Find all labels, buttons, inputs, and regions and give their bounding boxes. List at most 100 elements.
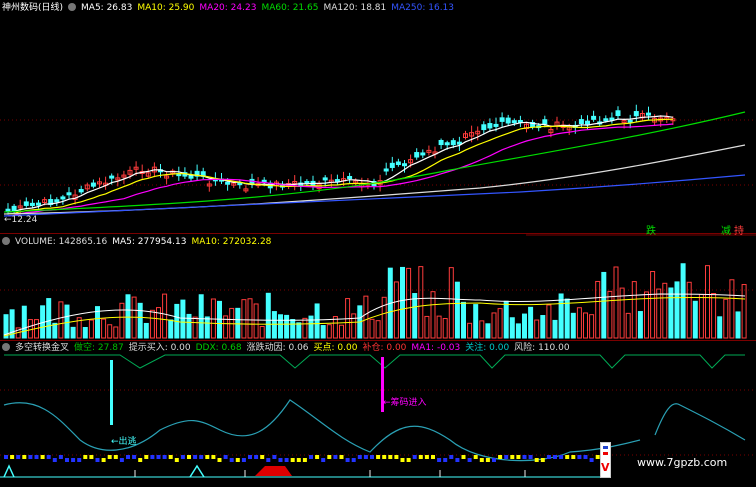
candle-body	[36, 202, 41, 206]
signal-dot	[260, 455, 265, 459]
candle-body	[347, 176, 353, 180]
volume-bar	[436, 315, 442, 339]
ma-label: MA250: 16.13	[391, 3, 455, 13]
signal-dot	[315, 455, 320, 459]
volume-bar	[296, 322, 302, 339]
volume-bar	[107, 324, 113, 339]
candle-body	[395, 161, 401, 166]
exit-label: ←出逃	[111, 437, 137, 447]
candle-body	[23, 201, 29, 206]
ma-label: MA120: 18.81	[323, 3, 387, 13]
volume-bar	[723, 298, 729, 339]
volume-bar	[271, 311, 277, 339]
volume-bar	[381, 296, 387, 339]
volume-bar	[540, 315, 546, 339]
ma10-line	[7, 118, 673, 215]
volume-bar	[528, 306, 534, 339]
volume-bar	[149, 309, 155, 339]
signal-dot	[376, 455, 381, 459]
signal-dot	[241, 458, 246, 462]
signal-dot	[101, 458, 106, 462]
signal-dot	[516, 455, 521, 459]
volume-bar	[58, 301, 64, 339]
signal-dot	[492, 458, 496, 462]
volume-bar	[137, 302, 143, 339]
signal-dot	[357, 455, 362, 459]
candle-body	[481, 124, 487, 131]
signal-dot	[363, 455, 368, 459]
candle-body	[609, 117, 615, 121]
indicator-label: 关注: 0.00	[465, 343, 510, 353]
volume-bar	[320, 325, 326, 339]
settings-icon[interactable]	[2, 343, 10, 351]
volume-bar	[674, 281, 680, 339]
volume-bar	[552, 319, 558, 339]
signal-dot	[565, 455, 570, 459]
volume-bar	[339, 324, 344, 339]
volume-bar	[711, 292, 717, 339]
volume-bar	[204, 316, 210, 339]
signal-dot	[546, 455, 551, 459]
stock-title[interactable]: 神州数码(日线)	[2, 3, 63, 13]
volume-bar	[418, 266, 424, 339]
volume-bar	[625, 312, 631, 339]
volume-bar	[564, 298, 570, 339]
signal-dot	[510, 455, 515, 459]
volume-bar	[284, 314, 290, 339]
low-price-label: ←12.24	[4, 215, 38, 225]
settings-icon[interactable]	[2, 237, 10, 245]
signal-dot	[138, 458, 143, 462]
signal-dot	[394, 455, 399, 459]
volume-bar	[302, 317, 308, 339]
signal-dot	[284, 458, 289, 462]
candle-body	[389, 162, 395, 168]
volume-bar	[168, 319, 174, 339]
volume-bar	[82, 327, 88, 339]
candle-body	[420, 152, 426, 156]
signal-dot	[187, 455, 191, 459]
signal-dot	[351, 458, 356, 462]
volume-bar	[265, 292, 271, 339]
signal-dot	[583, 455, 588, 459]
signal-dot	[296, 458, 301, 462]
signal-dot	[168, 455, 173, 459]
volume-bar	[686, 281, 692, 339]
volume-indicator-divider	[0, 340, 756, 341]
signal-dot	[113, 455, 118, 459]
volume-bar	[534, 319, 540, 339]
signal-dot	[162, 455, 167, 459]
signal-dot	[71, 458, 76, 462]
volume-bar	[308, 315, 314, 339]
signal-dot	[254, 455, 259, 459]
candle-body	[444, 142, 450, 146]
volume-bar	[650, 271, 656, 339]
indicator-label: 补仓: 0.00	[362, 343, 407, 353]
volume-bar	[662, 282, 668, 339]
price-volume-divider	[0, 233, 756, 234]
volume-bar	[583, 312, 588, 339]
signal-dot	[16, 455, 21, 459]
volume-bar	[64, 304, 70, 339]
volume-bar	[259, 325, 265, 339]
candle-body	[60, 196, 66, 200]
volume-bar	[491, 312, 497, 339]
volume-bar	[198, 294, 204, 339]
signal-dot	[156, 455, 161, 459]
signal-dot	[4, 455, 8, 459]
volume-header: VOLUME: 142865.16 MA5: 277954.13 MA10: 272…	[2, 236, 281, 248]
signal-dot	[132, 455, 137, 459]
signal-dot	[424, 455, 429, 459]
volume-bar	[253, 303, 259, 339]
logo-bar-red	[603, 452, 608, 455]
signal-dot	[235, 458, 240, 462]
volume-bar	[589, 314, 595, 339]
signal-dot	[461, 455, 466, 459]
volume-bar	[46, 298, 52, 339]
volume-bar	[326, 324, 332, 339]
settings-icon[interactable]	[68, 3, 77, 11]
volume-bar	[601, 271, 607, 339]
volume-bar	[741, 284, 747, 339]
candle-body	[383, 168, 389, 172]
candle-body	[633, 111, 639, 117]
warning-block	[255, 466, 292, 476]
